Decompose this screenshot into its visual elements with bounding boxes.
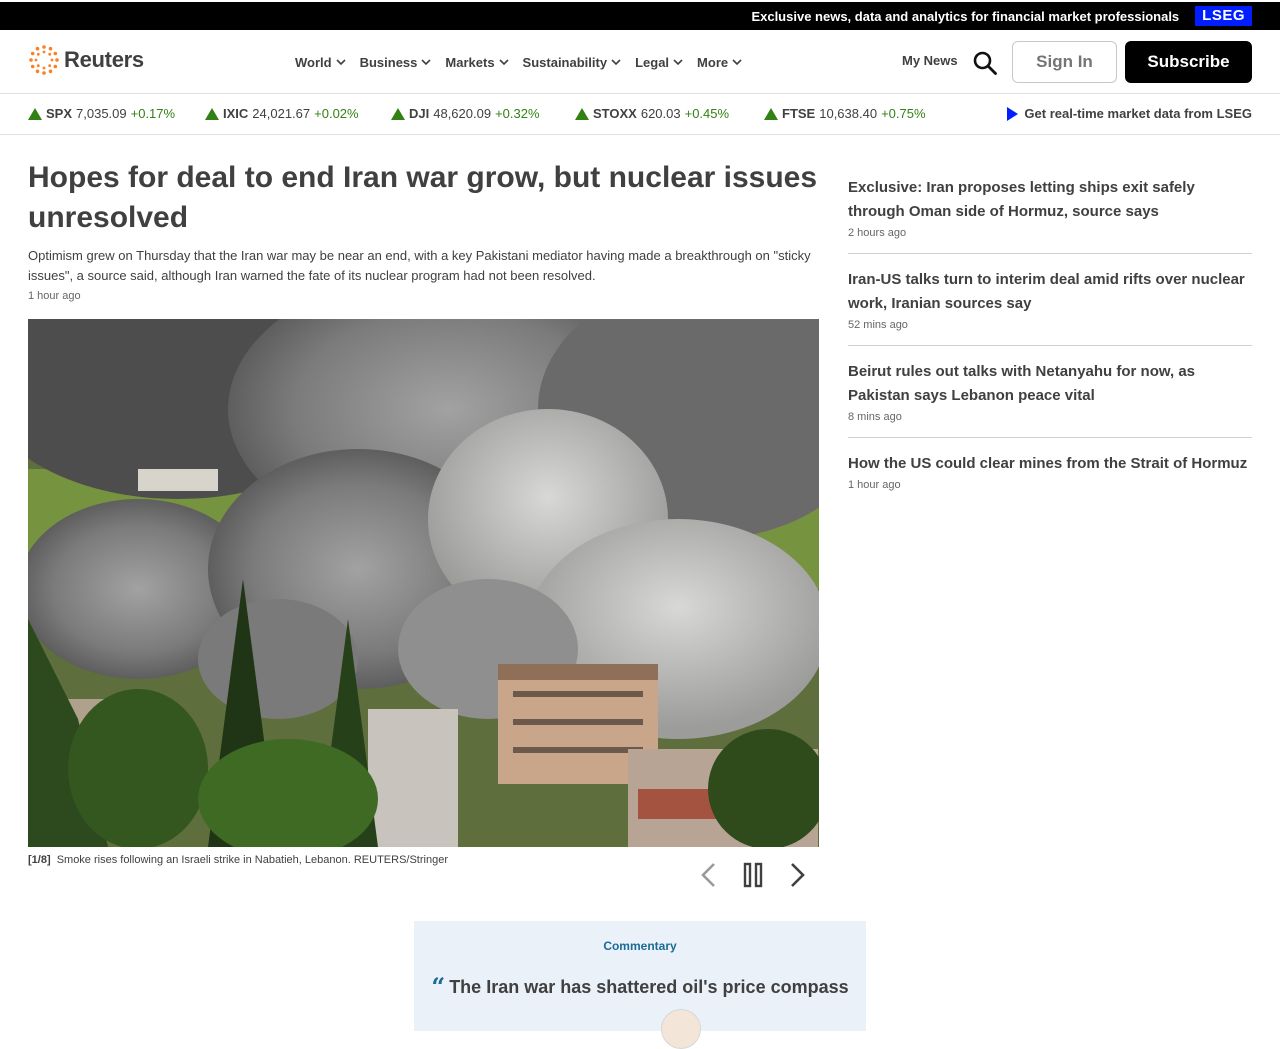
nav-business[interactable]: Business xyxy=(360,55,432,70)
trend-up-icon xyxy=(205,107,219,120)
trend-up-icon xyxy=(764,107,778,120)
ticker-value: 10,638.40 xyxy=(819,106,878,121)
ticker-item-ixic[interactable]: IXIC 24,021.67 +0.02% xyxy=(205,106,359,121)
caption-text: Smoke rises following an Israeli strike … xyxy=(56,854,448,866)
lseg-link-label: Get real-time market data from LSEG xyxy=(1024,106,1252,121)
nav-sustainability[interactable]: Sustainability xyxy=(523,55,622,70)
story-time: 8 mins ago xyxy=(848,411,902,423)
reuters-logo-icon xyxy=(29,45,59,75)
brand-name: Reuters xyxy=(64,47,144,72)
hero-photo[interactable] xyxy=(28,319,819,847)
main-headline[interactable]: Hopes for deal to end Iran war grow, but… xyxy=(28,158,818,238)
ticker-symbol: IXIC xyxy=(223,106,249,121)
subscribe-button[interactable]: Subscribe xyxy=(1125,41,1252,83)
story-time: 2 hours ago xyxy=(848,227,907,239)
commentary-card[interactable]: Commentary “The Iran war has shattered o… xyxy=(414,921,866,1031)
ticker-symbol: SPX xyxy=(46,106,73,121)
pause-icon[interactable] xyxy=(740,860,766,890)
quote-icon: “ xyxy=(431,972,446,1001)
nav-label: Markets xyxy=(445,54,495,70)
trend-up-icon xyxy=(391,107,405,120)
nav-legal[interactable]: Legal xyxy=(635,55,683,70)
my-news-link[interactable]: My News xyxy=(902,53,958,68)
list-item: Exclusive: Iran proposes letting ships e… xyxy=(848,170,1252,254)
chevron-down-icon xyxy=(421,59,431,66)
list-item: Iran-US talks turn to interim deal amid … xyxy=(848,254,1252,346)
search-icon[interactable] xyxy=(972,50,998,76)
list-item: Beirut rules out talks with Netanyahu fo… xyxy=(848,346,1252,438)
nav-more[interactable]: More xyxy=(697,55,742,70)
ticker-item-stoxx[interactable]: STOXX 620.03 +0.45% xyxy=(575,106,729,121)
chevron-left-icon[interactable] xyxy=(696,860,722,890)
trend-up-icon xyxy=(28,107,42,120)
nav-markets[interactable]: Markets xyxy=(445,54,509,70)
ticker-value: 24,021.67 xyxy=(252,106,311,121)
list-item: How the US could clear mines from the St… xyxy=(848,438,1252,505)
chevron-down-icon xyxy=(498,59,509,66)
chevron-down-icon xyxy=(732,59,742,66)
promo-text[interactable]: Exclusive news, data and analytics for f… xyxy=(751,9,1179,24)
photo-caption: [1/8] Smoke rises following an Israeli s… xyxy=(28,854,448,866)
story-link[interactable]: Iran-US talks turn to interim deal amid … xyxy=(848,268,1252,316)
ticker-item-ftse[interactable]: FTSE 10,638.40 +0.75% xyxy=(764,106,926,121)
commentary-title: “The Iran war has shattered oil's price … xyxy=(414,972,866,1001)
story-link[interactable]: Exclusive: Iran proposes letting ships e… xyxy=(848,176,1252,224)
ticker-change: +0.45% xyxy=(684,106,730,121)
main-nav: World Business Markets Sustainability Le… xyxy=(295,30,756,94)
ticker-change: +0.32% xyxy=(495,106,540,121)
ticker-symbol: DJI xyxy=(409,106,430,121)
nav-label: More xyxy=(697,54,729,70)
lseg-market-data-link[interactable]: Get real-time market data from LSEG xyxy=(1007,106,1252,121)
related-stories: Exclusive: Iran proposes letting ships e… xyxy=(848,170,1252,505)
site-header: Reuters World Business Markets Sustainab… xyxy=(0,30,1280,94)
nav-label: Legal xyxy=(635,54,670,70)
sign-in-button[interactable]: Sign In xyxy=(1012,41,1117,83)
nav-label: World xyxy=(295,54,332,70)
story-time: 1 hour ago xyxy=(848,479,901,491)
chevron-down-icon xyxy=(673,59,683,66)
story-timestamp: 1 hour ago xyxy=(28,290,81,302)
market-ticker: SPX 7,035.09 +0.17% IXIC 24,021.67 +0.02… xyxy=(0,95,1280,135)
ticker-item-spx[interactable]: SPX 7,035.09 +0.17% xyxy=(28,106,175,121)
ticker-item-dji[interactable]: DJI 48,620.09 +0.32% xyxy=(391,106,540,121)
ticker-change: +0.75% xyxy=(881,106,926,121)
ticker-symbol: FTSE xyxy=(782,106,816,121)
ticker-change: +0.02% xyxy=(314,106,359,121)
reuters-logo[interactable]: Reuters xyxy=(28,44,144,76)
nav-world[interactable]: World xyxy=(295,55,346,70)
commentary-title-text: The Iran war has shattered oil's price c… xyxy=(449,977,849,997)
story-time: 52 mins ago xyxy=(848,319,908,331)
trend-up-icon xyxy=(575,107,589,120)
chevron-down-icon xyxy=(336,59,346,66)
gallery-index: [1/8] xyxy=(28,854,51,866)
commentary-label: Commentary xyxy=(603,939,677,953)
lseg-badge[interactable]: LSEG xyxy=(1195,6,1252,26)
chevron-right-icon[interactable] xyxy=(784,860,810,890)
nav-label: Business xyxy=(359,54,418,70)
story-link[interactable]: How the US could clear mines from the St… xyxy=(848,452,1252,476)
nav-label: Sustainability xyxy=(522,54,608,70)
ticker-change: +0.17% xyxy=(130,106,176,121)
ticker-value: 7,035.09 xyxy=(76,106,127,121)
play-icon xyxy=(1007,106,1019,121)
ticker-value: 620.03 xyxy=(640,106,681,121)
ticker-symbol: STOXX xyxy=(593,106,637,121)
story-summary: Optimism grew on Thursday that the Iran … xyxy=(28,248,811,283)
promo-bar: Exclusive news, data and analytics for f… xyxy=(0,0,1280,30)
ticker-value: 48,620.09 xyxy=(433,106,492,121)
avatar xyxy=(661,1009,701,1049)
chevron-down-icon xyxy=(611,59,621,66)
story-link[interactable]: Beirut rules out talks with Netanyahu fo… xyxy=(848,360,1252,408)
